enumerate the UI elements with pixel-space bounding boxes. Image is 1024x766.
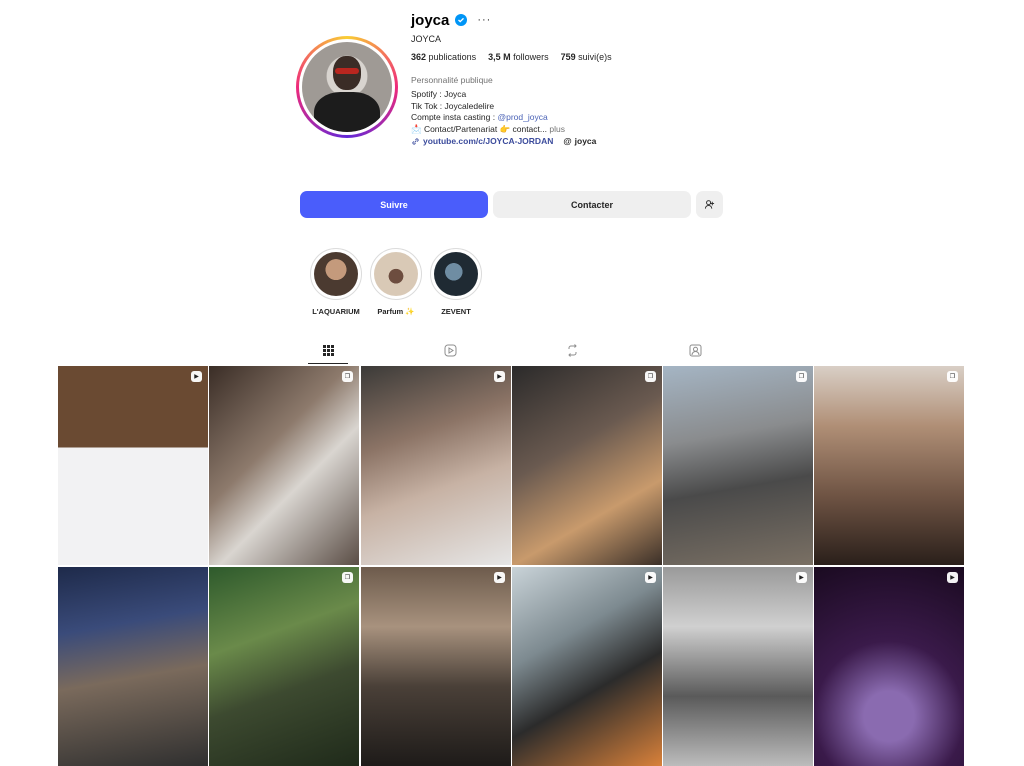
reel-badge-icon: ▶ [645,572,656,583]
bio-more-link[interactable]: plus [547,124,565,134]
username: joyca [411,11,450,29]
posts-grid: ▶ ❐ ▶ ❐ ❐ ❐ ❐ ▶ ▶ ▶ ▶ [58,366,965,766]
carousel-badge-icon: ❐ [796,371,807,382]
threads-icon: @ [563,136,572,146]
carousel-badge-icon: ❐ [342,371,353,382]
bio-line: Spotify : Joyca [411,89,467,99]
tab-tagged[interactable] [675,337,715,363]
post-tile[interactable]: ❐ [209,567,359,766]
bio-mention-link[interactable]: @prod_joyca [497,112,547,122]
carousel-badge-icon: ❐ [947,371,958,382]
tab-reels[interactable] [430,337,470,363]
stat-publications: 362 publications [411,52,477,62]
more-options-icon[interactable]: ··· [477,14,491,26]
post-tile[interactable]: ▶ [663,567,813,766]
stat-followers[interactable]: 3,5 M followers [488,52,549,62]
reposts-icon [567,343,577,357]
stat-following[interactable]: 759 suivi(e)s [561,52,612,62]
profile-info: joyca ··· JOYCA 362 publications 3,5 M f… [411,10,831,147]
post-tile[interactable]: ❐ [814,366,964,565]
post-tile[interactable]: ▶ [512,567,662,766]
profile-bio: Spotify : Joyca Tik Tok : Joycaledelire … [411,89,831,135]
contact-button[interactable]: Contacter [493,191,691,218]
full-name: JOYCA [411,34,442,44]
carousel-badge-icon: ❐ [342,572,353,583]
bio-line: 📩 Contact/Partenariat 👉 contact... plus [411,123,565,134]
add-user-icon [704,200,715,209]
reel-badge-icon: ▶ [947,572,958,583]
profile-stats: 362 publications 3,5 M followers 759 sui… [411,52,831,62]
highlight-label: Parfum ✨ [377,307,415,316]
highlight-zevent[interactable]: ZEVENT [422,248,490,316]
avatar-image [302,42,392,132]
profile-avatar[interactable] [296,36,398,138]
reel-badge-icon: ▶ [494,371,505,382]
highlight-parfum[interactable]: Parfum ✨ [362,248,430,316]
post-tile[interactable]: ❐ [209,366,359,565]
link-icon [412,137,419,145]
tab-reposts[interactable] [552,337,592,363]
follow-button[interactable]: Suivre [300,191,488,218]
add-user-button[interactable] [696,191,723,218]
highlight-label: ZEVENT [441,307,471,316]
highlight-label: L'AQUARIUM [312,307,360,316]
post-tile[interactable]: ▶ [58,366,208,565]
external-link[interactable]: youtube.com/c/JOYCA-JORDAN [411,136,553,146]
bio-line: Compte insta casting : @prod_joyca [411,112,548,122]
carousel-badge-icon: ❐ [645,371,656,382]
threads-link[interactable]: @ joyca [563,136,596,146]
tagged-icon [689,344,701,356]
profile-category: Personnalité publique [411,75,493,85]
reel-badge-icon: ▶ [494,572,505,583]
post-tile[interactable] [58,567,208,766]
grid-icon [322,344,334,356]
highlight-aquarium[interactable]: L'AQUARIUM [302,248,370,316]
profile-tabs [252,337,772,364]
post-tile[interactable]: ❐ [512,366,662,565]
post-tile[interactable]: ▶ [814,567,964,766]
post-tile[interactable]: ❐ [663,366,813,565]
tab-posts[interactable] [308,337,348,364]
verified-badge-icon [455,14,468,26]
post-tile[interactable]: ▶ [361,567,511,766]
reel-badge-icon: ▶ [191,371,202,382]
post-tile[interactable]: ▶ [361,366,511,565]
bio-line: Tik Tok : Joycaledelire [411,100,495,111]
reels-icon [444,344,456,356]
reel-badge-icon: ▶ [796,572,807,583]
